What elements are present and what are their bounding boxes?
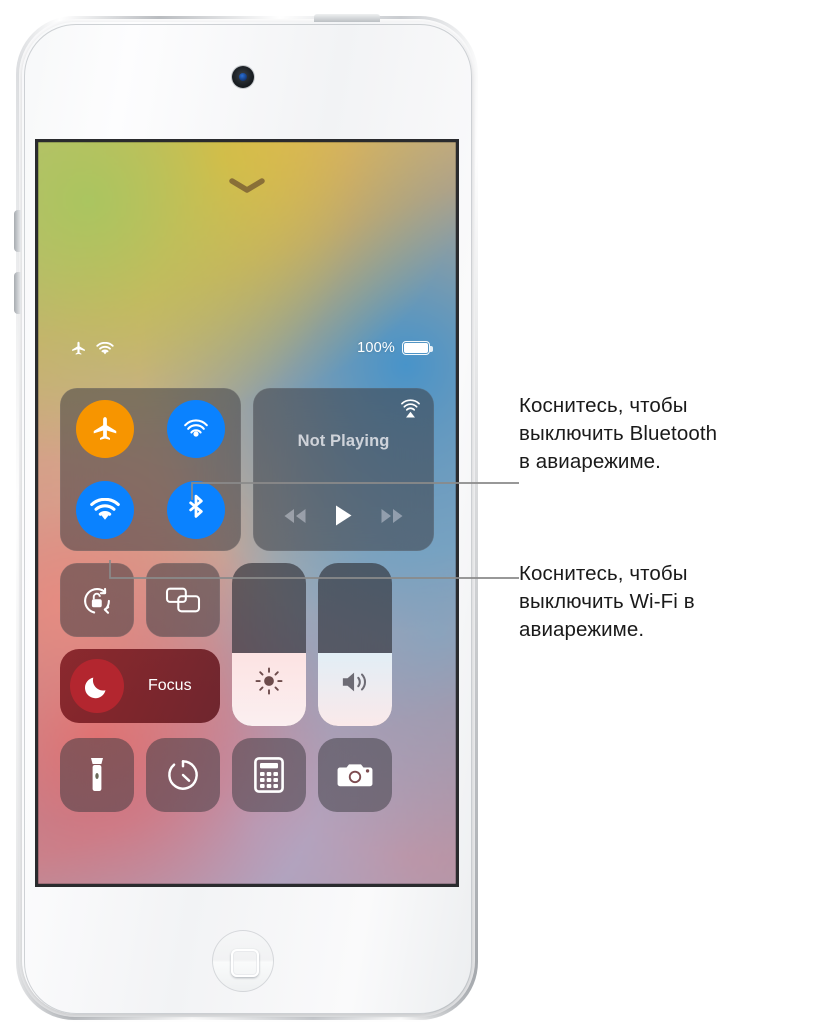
calculator-icon: [254, 757, 284, 793]
connectivity-module: [60, 388, 241, 551]
media-controls: [253, 504, 434, 527]
flashlight-icon: [88, 756, 106, 794]
focus-label: Focus: [148, 677, 192, 694]
power-button[interactable]: [314, 14, 380, 22]
airplay-icon[interactable]: [398, 397, 423, 422]
wifi-toggle[interactable]: [76, 481, 135, 540]
callout-wifi-line1: Коснитесь, чтобы: [519, 562, 688, 585]
calculator-button[interactable]: [232, 738, 306, 812]
speaker-icon: [318, 668, 392, 696]
screen-mirroring-button[interactable]: [146, 563, 220, 637]
status-bar-left: [70, 340, 114, 357]
control-center: Not Playing Focus: [60, 388, 434, 812]
control-center-top-row: Not Playing: [60, 388, 434, 551]
callout-bluetooth: Коснитесь, чтобы выключить Bluetooth в а…: [519, 392, 811, 476]
front-camera-icon: [232, 66, 254, 88]
media-module[interactable]: Not Playing: [253, 388, 434, 551]
callout-wifi: Коснитесь, чтобы выключить Wi-Fi в авиар…: [519, 560, 805, 644]
callout-wifi-line3: авиарежиме.: [519, 618, 645, 641]
callout-wifi-line2: выключить Wi-Fi в: [519, 590, 695, 613]
screen-mirroring-icon: [164, 584, 202, 616]
home-button[interactable]: [212, 930, 274, 992]
chevron-down-icon[interactable]: [229, 178, 265, 194]
callout-bluetooth-line3: в авиарежиме.: [519, 450, 661, 473]
fast-forward-icon[interactable]: [379, 508, 405, 524]
control-center-left-column: Focus: [60, 563, 220, 726]
control-center-app-row: [60, 738, 434, 812]
camera-icon: [336, 760, 374, 790]
status-bar: 100%: [38, 340, 456, 364]
callout-bluetooth-line1: Коснитесь, чтобы: [519, 394, 688, 417]
callout-bluetooth-line2: выключить Bluetooth: [519, 422, 718, 445]
focus-button[interactable]: Focus: [60, 649, 220, 723]
volume-slider[interactable]: [318, 563, 392, 726]
home-button-square-icon: [231, 949, 259, 977]
airplane-mode-toggle[interactable]: [76, 399, 135, 458]
play-icon[interactable]: [334, 504, 353, 527]
airdrop-toggle[interactable]: [166, 399, 225, 458]
timer-icon: [165, 757, 201, 793]
camera-button[interactable]: [318, 738, 392, 812]
battery-percent-label: 100%: [357, 340, 395, 356]
wifi-icon: [96, 341, 114, 356]
airplane-icon: [70, 340, 87, 357]
rotation-lock-icon: [78, 581, 116, 619]
ipod-touch-device: 100% Not Playing Focus: [14, 14, 480, 1022]
timer-button[interactable]: [146, 738, 220, 812]
volume-up-button[interactable]: [14, 210, 21, 252]
brightness-slider[interactable]: [232, 563, 306, 726]
volume-down-button[interactable]: [14, 272, 21, 314]
bluetooth-toggle[interactable]: [166, 481, 225, 540]
battery-full-icon: [402, 341, 433, 355]
rewind-icon[interactable]: [282, 508, 308, 524]
media-title: Not Playing: [297, 432, 390, 450]
moon-icon: [70, 659, 124, 713]
brightness-icon: [232, 666, 306, 696]
status-bar-right: 100%: [357, 340, 433, 356]
device-screen: 100% Not Playing Focus: [38, 142, 456, 884]
rotation-lock-toggle[interactable]: [60, 563, 134, 637]
flashlight-button[interactable]: [60, 738, 134, 812]
